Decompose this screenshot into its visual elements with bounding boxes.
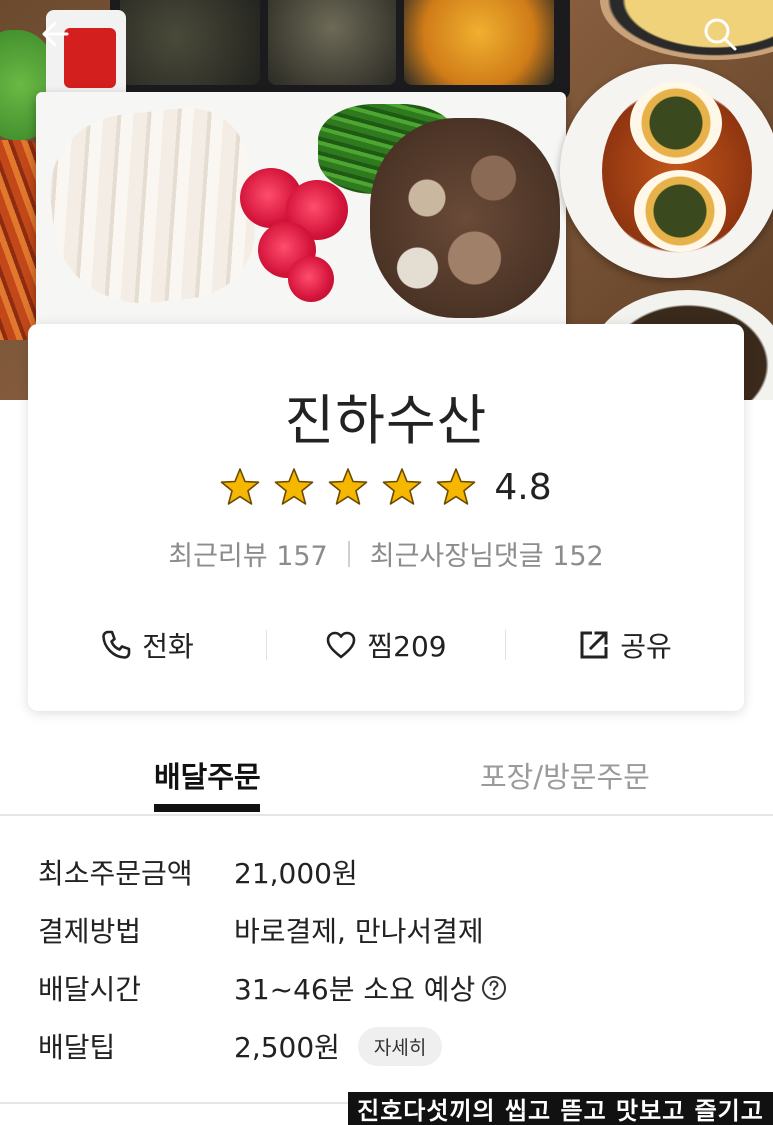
search-button[interactable] bbox=[700, 14, 740, 54]
call-button[interactable]: 전화 bbox=[28, 625, 266, 665]
store-info-card: 진하수산 4.8 최근리뷰 157 최근사장님댓글 152 전화 찜209 공유 bbox=[28, 324, 744, 711]
delivery-time-label: 배달시간 bbox=[38, 973, 142, 1006]
payment-method-label: 결제방법 bbox=[38, 915, 142, 948]
share-button[interactable]: 공유 bbox=[506, 625, 744, 665]
star-icon bbox=[437, 468, 476, 505]
recent-reviews-link[interactable]: 최근리뷰 157 bbox=[168, 534, 327, 573]
back-arrow-icon bbox=[42, 21, 69, 47]
tab-pickup-visit-order[interactable]: 포장/방문주문 bbox=[480, 754, 650, 796]
delivery-tip-value: 2,500원 bbox=[234, 1031, 340, 1064]
divider bbox=[347, 540, 350, 567]
call-label: 전화 bbox=[142, 630, 194, 663]
review-summary: 최근리뷰 157 최근사장님댓글 152 bbox=[28, 534, 744, 573]
store-name: 진하수산 bbox=[284, 389, 488, 452]
phone-icon bbox=[102, 630, 131, 659]
star-icon bbox=[329, 468, 368, 505]
rating-value: 4.8 bbox=[494, 466, 552, 508]
like-button[interactable]: 찜209 bbox=[267, 625, 505, 665]
delivery-tip-label: 배달팁 bbox=[38, 1031, 116, 1064]
store-actions: 전화 찜209 공유 bbox=[28, 618, 744, 672]
search-icon bbox=[704, 18, 737, 51]
star-icon bbox=[383, 468, 422, 505]
heart-icon bbox=[327, 631, 356, 659]
min-order-value: 21,000원 bbox=[234, 857, 358, 890]
star-icon bbox=[275, 468, 314, 505]
payment-method-row: 결제방법 바로결제, 만나서결제 bbox=[38, 910, 484, 950]
star-icon bbox=[221, 468, 260, 505]
active-tab-indicator bbox=[154, 804, 260, 812]
rating-row: 4.8 bbox=[28, 460, 744, 514]
payment-method-value: 바로결제, 만나서결제 bbox=[234, 915, 484, 948]
delivery-tip-detail-button[interactable]: 자세히 bbox=[357, 1026, 443, 1066]
question-circle-icon[interactable] bbox=[481, 975, 507, 1001]
share-label: 공유 bbox=[620, 630, 672, 663]
delivery-time-row: 배달시간 31~46분 소요 예상 bbox=[38, 968, 507, 1008]
tab-delivery-order[interactable]: 배달주문 bbox=[154, 754, 261, 796]
like-count: 찜209 bbox=[367, 630, 447, 663]
min-order-row: 최소주문금액 21,000원 bbox=[38, 852, 358, 892]
share-icon bbox=[580, 631, 608, 659]
min-order-label: 최소주문금액 bbox=[38, 857, 193, 890]
owner-replies-link[interactable]: 최근사장님댓글 152 bbox=[370, 534, 604, 573]
delivery-tip-row: 배달팁 2,500원 자세히 bbox=[38, 1026, 443, 1066]
back-button[interactable] bbox=[32, 14, 72, 54]
order-type-tabs: 배달주문 포장/방문주문 bbox=[0, 740, 773, 816]
watermark-caption: 진호다섯끼의 씹고 뜯고 맛보고 즐기고 bbox=[348, 1092, 773, 1125]
delivery-time-value: 31~46분 소요 예상 bbox=[234, 973, 476, 1006]
rating-stars bbox=[220, 467, 476, 507]
